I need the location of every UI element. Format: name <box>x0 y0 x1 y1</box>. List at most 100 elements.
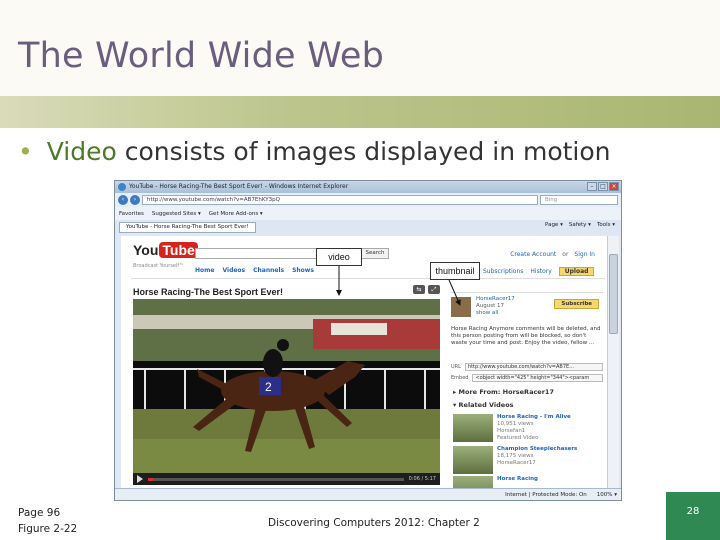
bullet-dot-icon: • <box>18 137 33 166</box>
figure-reference: Page 96 Figure 2-22 <box>18 505 77 537</box>
scrollbar-thumb[interactable] <box>609 254 618 334</box>
create-account-link[interactable]: Create Account <box>510 251 556 258</box>
maximize-icon[interactable]: □ <box>598 182 608 191</box>
youtube-search-button[interactable]: Search <box>361 248 389 259</box>
page-reference: Page 96 <box>18 507 61 519</box>
callout-thumbnail: thumbnail <box>430 262 480 280</box>
related-thumbnail[interactable] <box>453 446 493 474</box>
browser-window: YouTube - Horse Racing-The Best Sport Ev… <box>114 180 622 501</box>
title-divider <box>0 96 720 128</box>
related-video[interactable]: Horse Racing <box>453 476 603 488</box>
window-controls: – □ × <box>587 182 619 191</box>
youtube-page: You Tube Broadcast Yourself™ Search Home … <box>121 236 607 488</box>
tab-bar: YouTube - Horse Racing-The Best Sport Ev… <box>115 220 621 234</box>
sign-in-link[interactable]: Sign In <box>574 251 595 258</box>
play-icon[interactable] <box>137 475 143 483</box>
minimize-icon[interactable]: – <box>587 182 597 191</box>
youtube-tagline: Broadcast Yourself™ <box>133 263 185 269</box>
favorites-bar: Favorites Suggested Sites ▾ Get More Add… <box>115 207 621 220</box>
zoom-level[interactable]: 100% ▾ <box>597 492 617 498</box>
or-text: or <box>562 251 569 258</box>
command-bar: Page ▾ Safety ▾ Tools ▾ <box>545 222 615 228</box>
video-description: Horse Racing Anymore comments will be de… <box>451 326 601 346</box>
address-bar-row: ‹ › http://www.youtube.com/watch?v=AB7Eh… <box>115 193 621 207</box>
logo-you: You <box>133 242 159 258</box>
nav-channels[interactable]: Channels <box>253 267 284 274</box>
nav-shows[interactable]: Shows <box>292 267 314 274</box>
url-field[interactable]: http://www.youtube.com/watch?v=AB7E... <box>464 363 603 371</box>
account-links: Create Account or Sign In <box>510 251 595 258</box>
related-thumbnail[interactable] <box>453 414 493 442</box>
subscriptions-link[interactable]: Subscriptions <box>483 268 523 275</box>
favorites-item[interactable]: Suggested Sites ▾ <box>152 211 201 217</box>
status-bar: Internet | Protected Mode: On 100% ▾ <box>115 488 621 500</box>
header-divider <box>131 278 605 279</box>
uploader-avatar[interactable] <box>451 297 471 317</box>
saddle-number: 2 <box>265 380 272 394</box>
page-menu[interactable]: Page ▾ <box>545 222 563 228</box>
related-user: Horsefan1 <box>497 428 526 434</box>
related-views: 10,951 views <box>497 421 534 427</box>
uploader-meta: HorseRacer17 August 17 show all <box>476 296 515 317</box>
upload-button[interactable]: Upload <box>558 267 595 276</box>
history-link[interactable]: History <box>530 268 551 275</box>
upload-date: August 17 <box>476 303 504 309</box>
share-rows: URL http://www.youtube.com/watch?v=AB7E..… <box>451 363 603 385</box>
video-frame: 2 <box>133 299 440 473</box>
video-title: Horse Racing-The Best Sport Ever! <box>133 287 284 297</box>
youtube-logo[interactable]: You Tube <box>133 242 198 258</box>
related-videos-header[interactable]: ▾ Related Videos <box>453 401 514 409</box>
youtube-right-nav: Subscriptions History Upload <box>483 267 595 276</box>
footer-course: Discovering Computers 2012: Chapter 2 <box>268 517 480 529</box>
browser-tab[interactable]: YouTube - Horse Racing-The Best Sport Ev… <box>119 221 256 233</box>
watch-later-icon[interactable]: ⇆ <box>413 285 425 294</box>
favorites-item[interactable]: Get More Add-ons ▾ <box>209 211 263 217</box>
more-from-header[interactable]: ▸ More From: HorseRacer17 <box>453 388 554 396</box>
video-player[interactable]: 2 0:06 / 5:17 <box>133 299 440 485</box>
slide-number: 28 <box>686 506 700 517</box>
address-input[interactable]: http://www.youtube.com/watch?v=AB7EhKY3p… <box>142 195 538 205</box>
related-info: Champion Steeplechasers 18,175 views Hor… <box>497 446 577 467</box>
show-more-link[interactable]: show all <box>476 310 515 317</box>
window-titlebar: YouTube - Horse Racing-The Best Sport Ev… <box>115 181 621 193</box>
bullet-point: • Video consists of images displayed in m… <box>18 137 611 166</box>
nav-home[interactable]: Home <box>195 267 214 274</box>
nav-videos[interactable]: Videos <box>222 267 245 274</box>
subscribe-button[interactable]: Subscribe <box>554 299 599 309</box>
safety-menu[interactable]: Safety ▾ <box>569 222 591 228</box>
back-icon[interactable]: ‹ <box>118 195 128 205</box>
favorites-button[interactable]: Favorites <box>119 211 144 217</box>
slide: The World Wide Web • Video consists of im… <box>0 0 720 540</box>
tools-menu[interactable]: Tools ▾ <box>597 222 615 228</box>
uploader-name[interactable]: HorseRacer17 <box>476 296 515 303</box>
uploader-info: HorseRacer17 August 17 show all Subscrib… <box>451 292 603 320</box>
related-title[interactable]: Horse Racing - I'm Alive <box>497 414 571 421</box>
related-video[interactable]: Horse Racing - I'm Alive 10,951 views Ho… <box>453 414 603 444</box>
youtube-nav: Home Videos Channels Shows <box>195 267 314 274</box>
logo-tube: Tube <box>159 242 198 258</box>
zone-status: Internet | Protected Mode: On <box>505 491 587 498</box>
window-title: YouTube - Horse Racing-The Best Sport Ev… <box>129 183 349 190</box>
related-video[interactable]: Champion Steeplechasers 18,175 views Hor… <box>453 446 603 476</box>
expand-icon[interactable]: ⤢ <box>428 285 440 294</box>
video-view-controls: ⇆ ⤢ <box>413 285 440 294</box>
ie-logo-icon <box>118 183 126 191</box>
related-views: 18,175 views <box>497 453 534 459</box>
embed-field[interactable]: <object width="425" height="344"><param <box>472 374 603 382</box>
slide-title: The World Wide Web <box>18 36 384 76</box>
scrollbar[interactable] <box>607 236 619 488</box>
forward-icon[interactable]: › <box>130 195 140 205</box>
related-title[interactable]: Horse Racing <box>497 476 538 483</box>
related-featured: Featured Video <box>497 435 539 441</box>
related-info: Horse Racing <box>497 476 538 483</box>
figure-number: Figure 2-22 <box>18 523 78 535</box>
close-icon[interactable]: × <box>609 182 619 191</box>
bullet-text: consists of images displayed in motion <box>116 137 611 166</box>
search-input[interactable]: Bing <box>540 195 618 205</box>
related-title[interactable]: Champion Steeplechasers <box>497 446 577 453</box>
related-info: Horse Racing - I'm Alive 10,951 views Ho… <box>497 414 571 442</box>
video-time: 0:06 / 5:17 <box>408 476 436 482</box>
related-thumbnail[interactable] <box>453 476 493 488</box>
slide-number-badge: 28 <box>666 492 720 540</box>
progress-bar[interactable] <box>148 477 404 481</box>
